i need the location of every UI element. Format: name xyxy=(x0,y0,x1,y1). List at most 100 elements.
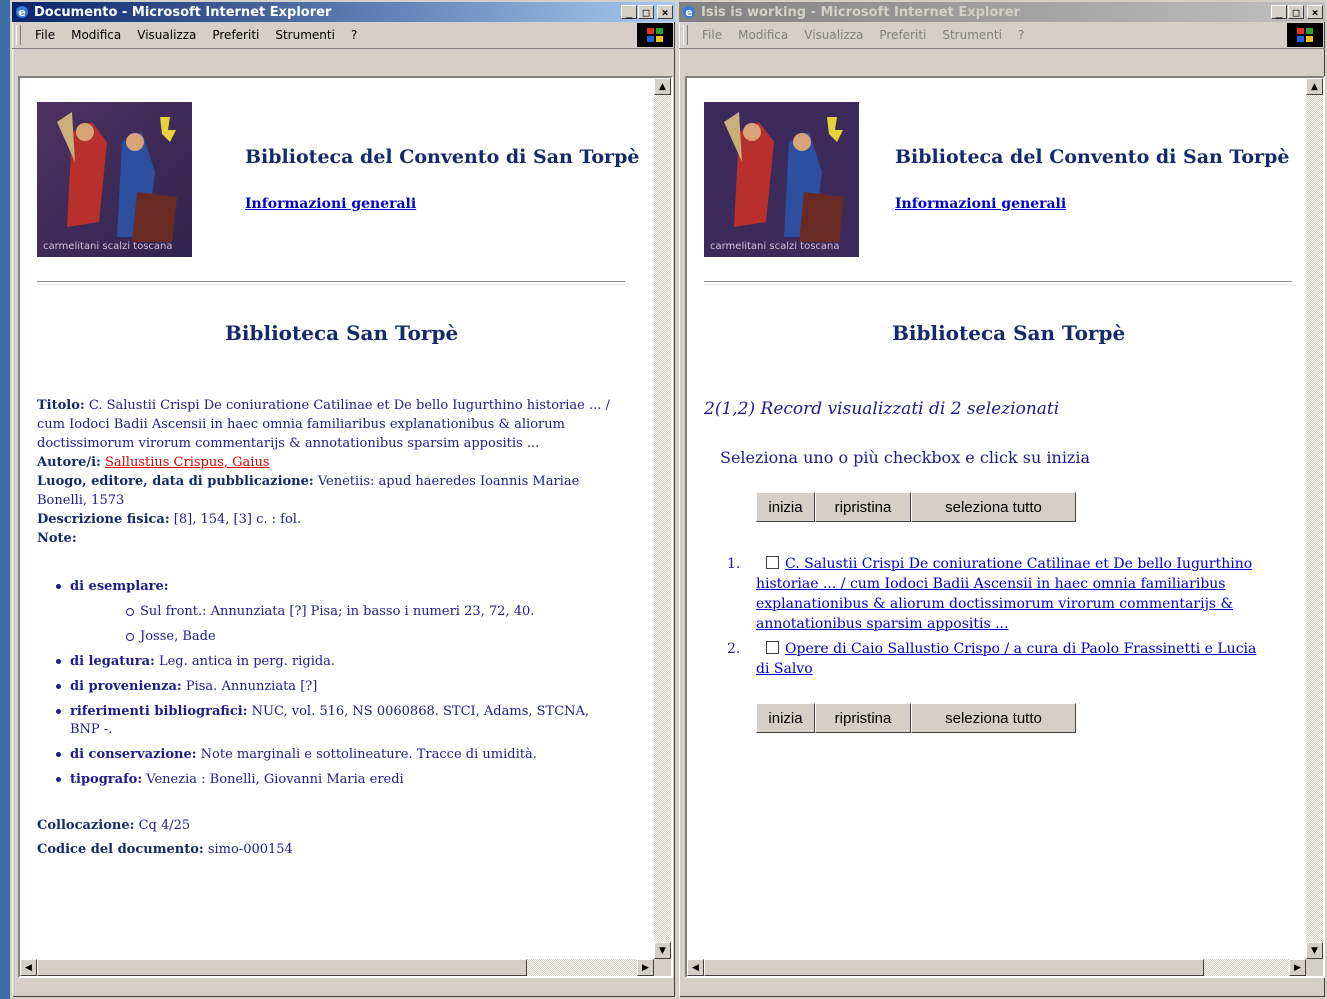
record-publication-line: Luogo, editore, data di pubblicazione: V… xyxy=(37,472,627,510)
windows-logo-icon xyxy=(1287,23,1323,47)
windows-logo-icon xyxy=(637,23,673,47)
logo-text: carmelitani scalzi toscana xyxy=(710,241,840,252)
note-provenienza-label: di provenienza: xyxy=(70,679,182,694)
header-title: Biblioteca del Convento di San Torpè xyxy=(895,146,1290,168)
record-physical-line: Descrizione fisica: [8], 154, [3] c. : f… xyxy=(37,510,627,529)
menu-preferiti[interactable]: Preferiti xyxy=(871,26,934,44)
list-item: 1. C. Salustii Crispi De coniuratione Ca… xyxy=(727,554,1267,634)
maximize-button[interactable]: □ xyxy=(638,5,654,19)
window-title: Documento - Microsoft Internet Explorer xyxy=(34,4,332,20)
note-legatura-value: Leg. antica in perg. rigida. xyxy=(158,654,336,669)
toolbar-grip[interactable] xyxy=(683,25,688,45)
close-button[interactable]: × xyxy=(657,5,673,19)
right-page: carmelitani scalzi toscana Biblioteca de… xyxy=(687,78,1306,959)
result-checkbox[interactable] xyxy=(766,556,779,569)
menu-preferiti[interactable]: Preferiti xyxy=(204,26,267,44)
note-esemplare: di esemplare: xyxy=(56,578,616,596)
menu-modifica[interactable]: Modifica xyxy=(63,26,129,44)
note-riferimenti: riferimenti bibliografici: NUC, vol. 516… xyxy=(56,703,616,739)
scroll-corner xyxy=(654,959,671,976)
svg-text:e: e xyxy=(18,6,25,19)
scroll-down-button[interactable]: ▼ xyxy=(1306,942,1323,959)
menu-strumenti[interactable]: Strumenti xyxy=(934,26,1010,44)
record-author-line: Autore/i: Sallustius Crispus, Gaius xyxy=(37,453,627,472)
menu-visualizza[interactable]: Visualizza xyxy=(796,26,871,44)
note-tipografo: tipografo: Venezia : Bonelli, Giovanni M… xyxy=(56,771,616,789)
note-provenienza: di provenienza: Pisa. Annunziata [?] xyxy=(56,678,616,696)
left-browser-window: e Documento - Microsoft Internet Explore… xyxy=(10,0,677,999)
start-button[interactable]: inizia xyxy=(756,703,815,733)
button-row-bottom: inizia ripristina seleziona tutto xyxy=(756,703,1076,733)
menu-help[interactable]: ? xyxy=(1010,26,1032,44)
close-button[interactable]: × xyxy=(1307,5,1323,19)
menu-strumenti[interactable]: Strumenti xyxy=(267,26,343,44)
maximize-button[interactable]: □ xyxy=(1288,5,1304,19)
menu-file[interactable]: File xyxy=(27,26,63,44)
scroll-up-button[interactable]: ▲ xyxy=(654,78,671,95)
right-browser-window: e Isis is working - Microsoft Internet E… xyxy=(677,0,1327,999)
scroll-right-button[interactable]: ▶ xyxy=(637,959,654,976)
left-menubar: File Modifica Visualizza Preferiti Strum… xyxy=(12,22,675,49)
general-info-link[interactable]: Informazioni generali xyxy=(895,196,1066,212)
menu-file[interactable]: File xyxy=(694,26,730,44)
scroll-left-button[interactable]: ◀ xyxy=(687,959,704,976)
descr-label: Descrizione fisica: xyxy=(37,512,170,527)
notes-list: di esemplare: Sul front.: Annunziata [?]… xyxy=(56,578,616,796)
convent-logo: carmelitani scalzi toscana xyxy=(704,102,859,257)
menu-visualizza[interactable]: Visualizza xyxy=(129,26,204,44)
vertical-scrollbar[interactable]: ▲ ▼ xyxy=(654,78,671,959)
note-esemplare-sub: Sul front.: Annunziata [?] Pisa; in bass… xyxy=(56,603,616,621)
left-content-area: carmelitani scalzi toscana Biblioteca de… xyxy=(18,76,673,978)
select-all-button[interactable]: seleziona tutto xyxy=(911,703,1076,733)
result-link[interactable]: C. Salustii Crispi De coniuratione Catil… xyxy=(756,556,1252,632)
library-title: Biblioteca San Torpè xyxy=(892,321,1126,345)
menu-help[interactable]: ? xyxy=(343,26,365,44)
reset-button[interactable]: ripristina xyxy=(815,703,911,733)
logo-text: carmelitani scalzi toscana xyxy=(43,241,173,252)
start-button[interactable]: inizia xyxy=(756,492,815,522)
window-title: Isis is working - Microsoft Internet Exp… xyxy=(701,4,1020,20)
luogo-label: Luogo, editore, data di pubblicazione: xyxy=(37,474,314,489)
ie-icon: e xyxy=(683,6,695,19)
note-conservazione-value: Note marginali e sottolineature. Tracce … xyxy=(200,747,537,762)
scroll-up-button[interactable]: ▲ xyxy=(1306,78,1323,95)
titolo-value: C. Salustii Crispi De coniuratione Catil… xyxy=(37,398,610,451)
codice-value: simo-000154 xyxy=(207,842,293,857)
left-titlebar[interactable]: e Documento - Microsoft Internet Explore… xyxy=(12,2,675,22)
scroll-down-button[interactable]: ▼ xyxy=(654,942,671,959)
toolbar-grip[interactable] xyxy=(16,25,21,45)
reset-button[interactable]: ripristina xyxy=(815,492,911,522)
right-titlebar[interactable]: e Isis is working - Microsoft Internet E… xyxy=(679,2,1325,22)
note-esemplare-sub: Josse, Bade xyxy=(56,628,616,646)
collocazione-line: Collocazione: Cq 4/25 xyxy=(37,818,190,833)
note-tipografo-label: tipografo: xyxy=(70,772,143,787)
note-riferimenti-label: riferimenti bibliografici: xyxy=(70,704,248,719)
menu-modifica[interactable]: Modifica xyxy=(730,26,796,44)
scroll-right-button[interactable]: ▶ xyxy=(1289,959,1306,976)
record-detail: Titolo: C. Salustii Crispi De coniuratio… xyxy=(37,396,627,548)
horizontal-scrollbar[interactable]: ◀ ▶ xyxy=(687,959,1306,976)
note-tipografo-value: Venezia : Bonelli, Giovanni Maria eredi xyxy=(146,772,404,787)
codice-line: Codice del documento: simo-000154 xyxy=(37,842,293,857)
horizontal-scroll-thumb[interactable] xyxy=(37,959,527,976)
divider xyxy=(37,281,625,285)
minimize-button[interactable]: _ xyxy=(1271,5,1287,19)
horizontal-scrollbar[interactable]: ◀ ▶ xyxy=(20,959,654,976)
author-link[interactable]: Sallustius Crispus, Gaius xyxy=(105,455,270,470)
convent-logo: carmelitani scalzi toscana xyxy=(37,102,192,257)
list-item: 2. Opere di Caio Sallustio Crispo / a cu… xyxy=(727,639,1267,679)
result-link[interactable]: Opere di Caio Sallustio Crispo / a cura … xyxy=(756,641,1256,677)
collocazione-label: Collocazione: xyxy=(37,818,135,833)
vertical-scrollbar[interactable]: ▲ ▼ xyxy=(1306,78,1323,959)
scroll-left-button[interactable]: ◀ xyxy=(20,959,37,976)
result-checkbox[interactable] xyxy=(766,641,779,654)
select-all-button[interactable]: seleziona tutto xyxy=(911,492,1076,522)
note-legatura: di legatura: Leg. antica in perg. rigida… xyxy=(56,653,616,671)
records-shown-text: 2(1,2) Record visualizzati di 2 selezion… xyxy=(704,399,1060,419)
minimize-button[interactable]: _ xyxy=(621,5,637,19)
svg-text:e: e xyxy=(685,6,692,19)
horizontal-scroll-thumb[interactable] xyxy=(704,959,1204,976)
note-provenienza-value: Pisa. Annunziata [?] xyxy=(185,679,318,694)
general-info-link[interactable]: Informazioni generali xyxy=(245,196,416,212)
ie-icon: e xyxy=(16,6,28,19)
